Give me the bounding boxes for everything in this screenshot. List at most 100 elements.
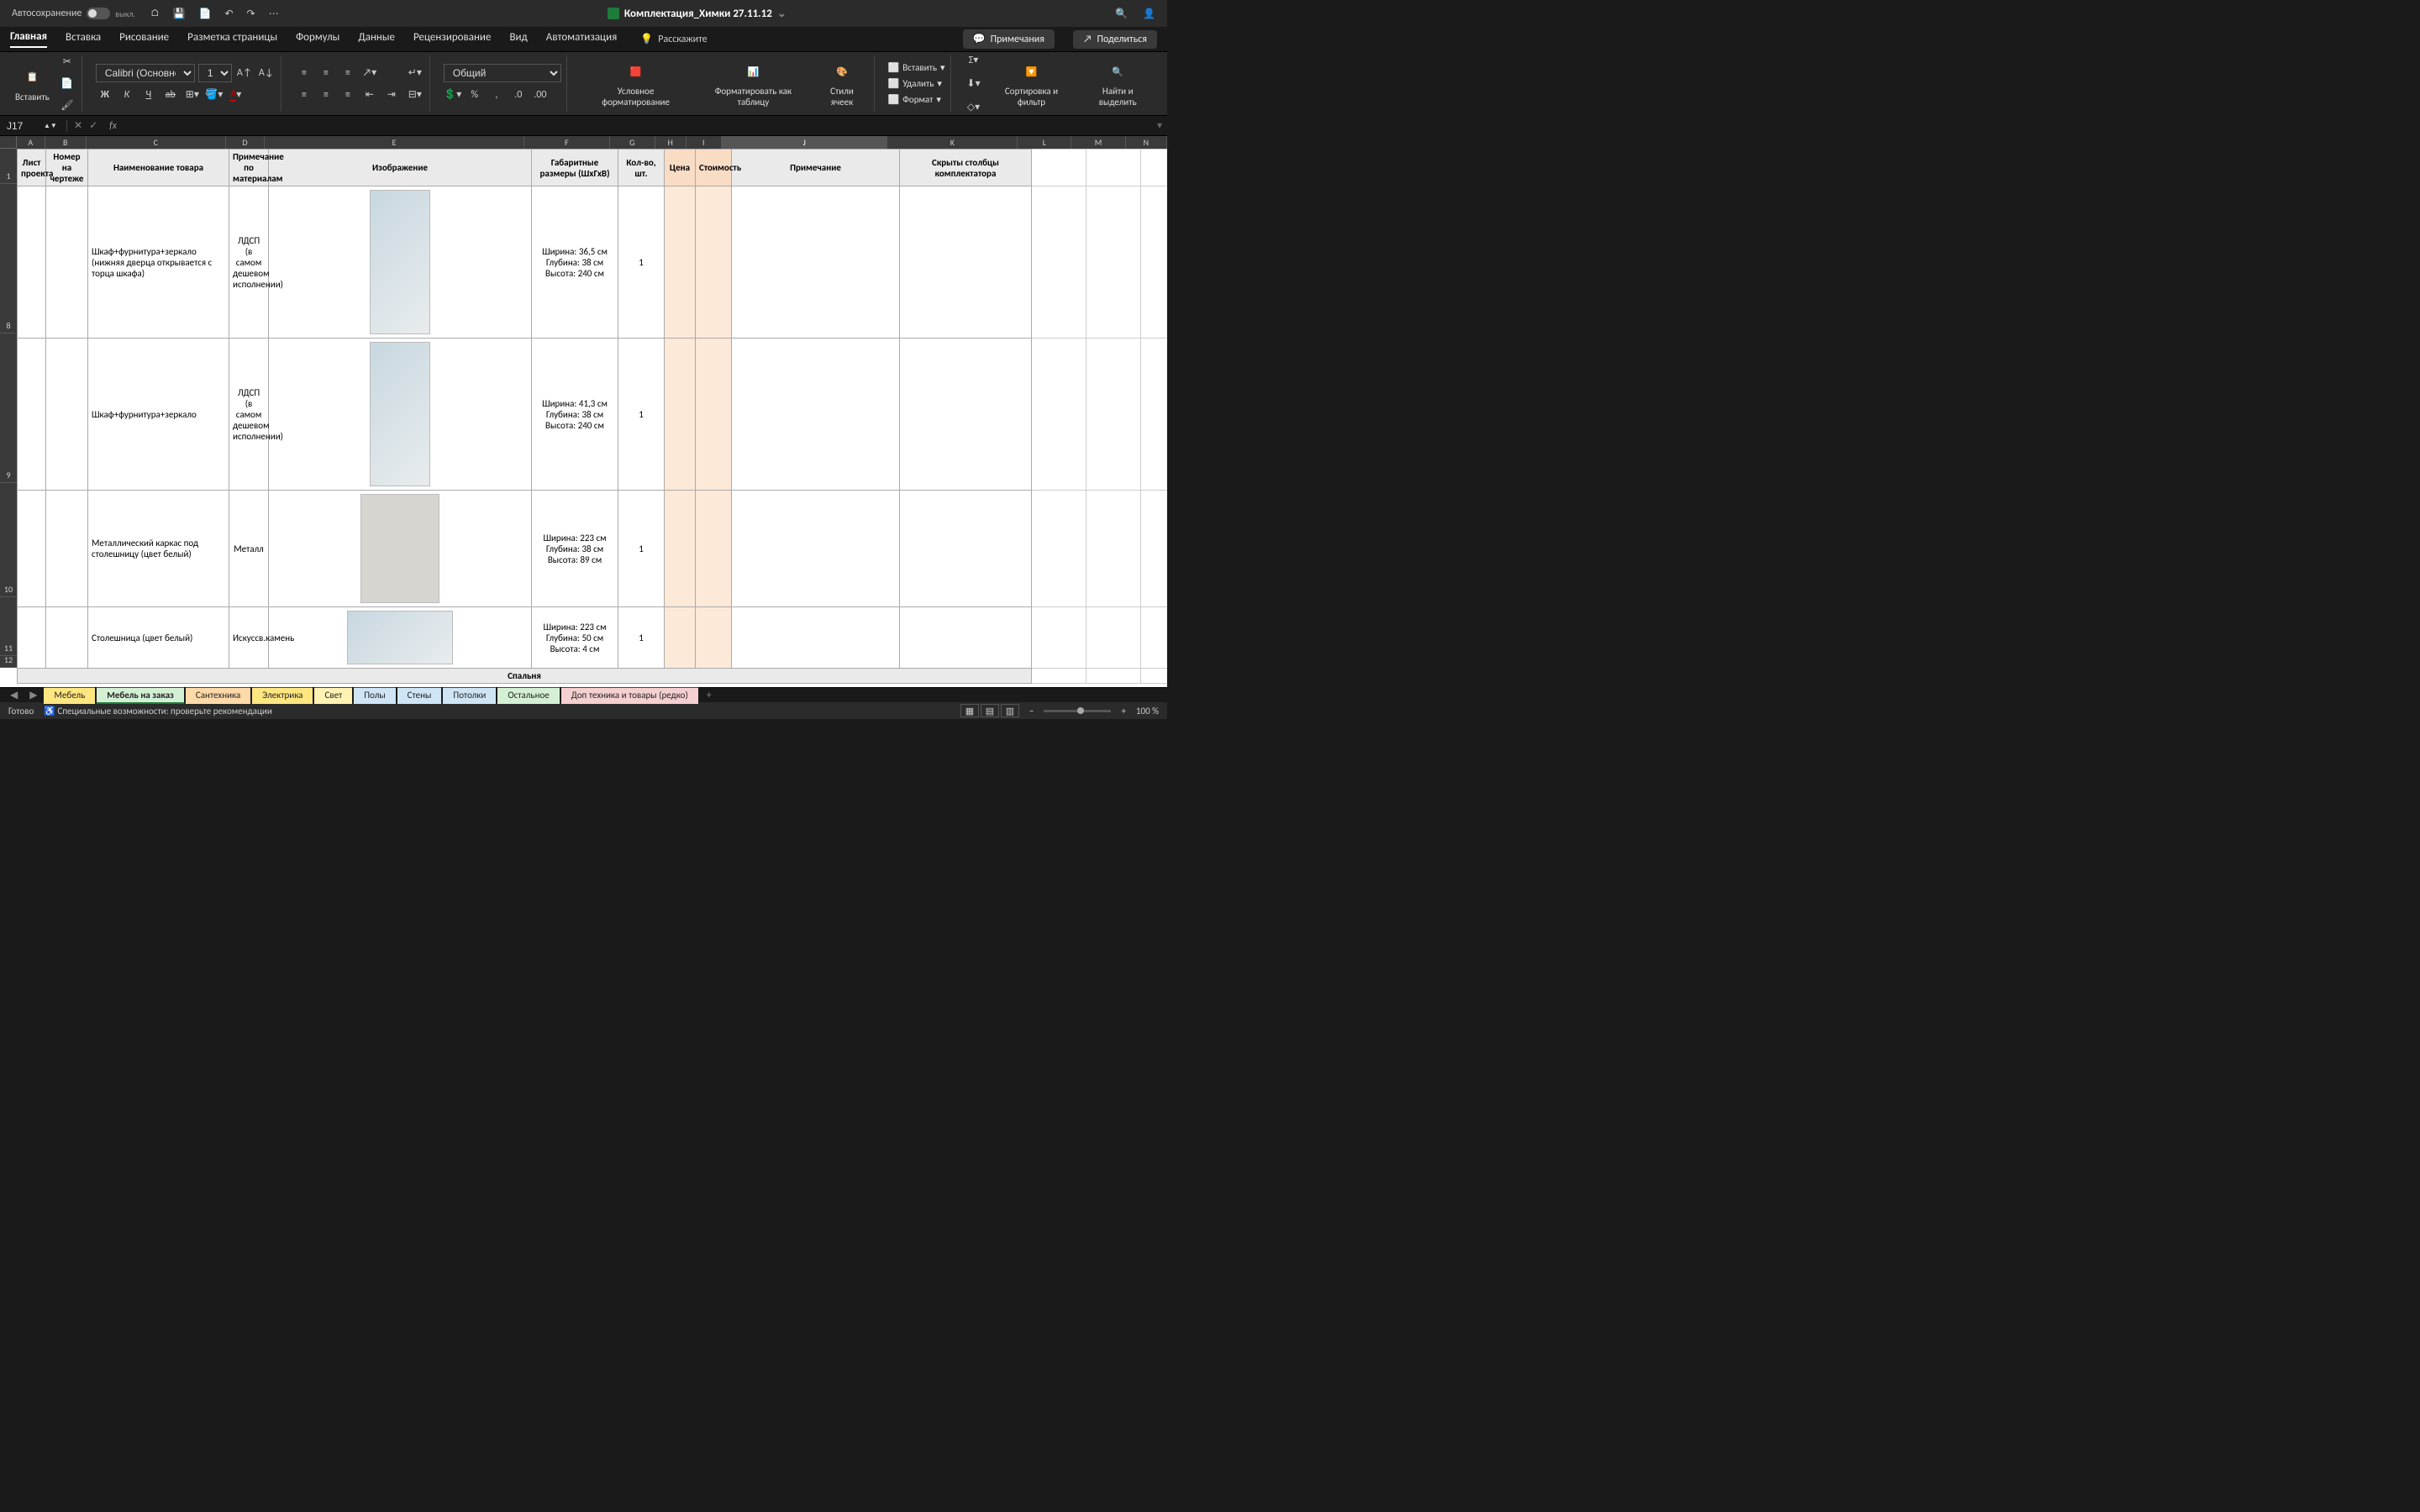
tell-me[interactable]: 💡 Расскажите <box>640 33 707 45</box>
tab-formulas[interactable]: Формулы <box>296 31 339 47</box>
sheet-tab[interactable]: Остальное <box>497 687 559 704</box>
currency-icon[interactable]: 💲▾ <box>444 86 462 104</box>
select-all-corner[interactable] <box>0 136 17 149</box>
format-cells[interactable]: ⬜ Формат ▾ <box>888 94 945 105</box>
percent-icon[interactable]: % <box>466 86 484 104</box>
fx-icon[interactable]: fx <box>104 120 122 132</box>
indent-inc-icon[interactable]: ⇥ <box>382 86 401 104</box>
cell-drawing-num[interactable] <box>46 607 88 669</box>
wrap-text-icon[interactable]: ↵▾ <box>406 64 424 82</box>
cell-hidden[interactable] <box>900 607 1032 669</box>
cell-image[interactable] <box>269 339 532 491</box>
autosave-toggle[interactable] <box>87 8 110 19</box>
cell-material[interactable]: Металл <box>229 491 269 607</box>
cut-icon[interactable]: ✂ <box>58 53 76 71</box>
decrease-font-icon[interactable]: A↓ <box>257 64 276 82</box>
cell-drawing-num[interactable] <box>46 491 88 607</box>
cell-dimensions[interactable]: Ширина: 223 см Глубина: 50 см Высота: 4 … <box>532 607 618 669</box>
view-normal-icon[interactable]: ▦ <box>960 704 979 717</box>
view-page-break-icon[interactable]: ▥ <box>1001 704 1019 717</box>
cell-item-name[interactable]: Столешница (цвет белый) <box>88 607 229 669</box>
accept-formula-icon[interactable]: ✓ <box>89 119 97 132</box>
row-header-11[interactable]: 11 <box>0 597 17 656</box>
format-painter-icon[interactable]: 🖌 <box>58 97 76 115</box>
cell-proj-sheet[interactable] <box>18 607 46 669</box>
title-chevron-icon[interactable]: ⌄ <box>777 8 786 20</box>
col-header-E[interactable]: E <box>265 136 524 149</box>
sheet-tab[interactable]: Мебель <box>44 687 95 704</box>
col-header-B[interactable]: B <box>45 136 87 149</box>
cell-price[interactable] <box>665 491 696 607</box>
col-header-I[interactable]: I <box>687 136 722 149</box>
col-header-C[interactable]: C <box>87 136 226 149</box>
align-center-icon[interactable]: ≡ <box>317 86 335 104</box>
dec-dec-icon[interactable]: .00 <box>531 86 550 104</box>
row-header-10[interactable]: 10 <box>0 483 17 597</box>
cell-note[interactable] <box>732 339 900 491</box>
cell-note[interactable] <box>732 186 900 339</box>
comments-button[interactable]: 💬 Примечания <box>963 29 1055 49</box>
col-header-L[interactable]: L <box>1018 136 1071 149</box>
row-header-12[interactable]: 12 <box>0 656 17 668</box>
font-size-select[interactable]: 12 <box>198 64 232 82</box>
col-header-D[interactable]: D <box>226 136 265 149</box>
align-bottom-icon[interactable]: ≡ <box>339 64 357 82</box>
cell-image[interactable] <box>269 186 532 339</box>
clear-icon[interactable]: ◇▾ <box>965 98 983 117</box>
sheet-tab[interactable]: Доп техника и товары (редко) <box>561 687 698 704</box>
cell-material[interactable]: ЛДСП (в самом дешевом исполнении) <box>229 339 269 491</box>
tab-automate[interactable]: Автоматизация <box>546 31 618 47</box>
cell-qty[interactable]: 1 <box>618 339 665 491</box>
col-header-J[interactable]: J <box>722 136 887 149</box>
format-as-table[interactable]: 📊Форматировать как таблицу <box>696 60 810 107</box>
zoom-out-icon[interactable]: − <box>1029 706 1034 717</box>
cell-drawing-num[interactable] <box>46 186 88 339</box>
col-header-N[interactable]: N <box>1126 136 1167 149</box>
comma-icon[interactable]: , <box>487 86 506 104</box>
cell-drawing-num[interactable] <box>46 339 88 491</box>
cell-note[interactable] <box>732 607 900 669</box>
sheet-tab[interactable]: Мебель на заказ <box>97 687 184 704</box>
cell-hidden[interactable] <box>900 339 1032 491</box>
col-header-F[interactable]: F <box>524 136 610 149</box>
align-top-icon[interactable]: ≡ <box>295 64 313 82</box>
tab-view[interactable]: Вид <box>509 31 527 47</box>
cell-hidden[interactable] <box>900 186 1032 339</box>
cell-material[interactable]: Искусcв.камень <box>229 607 269 669</box>
col-header-K[interactable]: K <box>887 136 1018 149</box>
cell-image[interactable] <box>269 491 532 607</box>
more-icon[interactable]: ⋯ <box>269 8 279 20</box>
borders-icon[interactable]: ⊞▾ <box>183 86 202 104</box>
tab-data[interactable]: Данные <box>358 31 395 47</box>
home-icon[interactable]: ⌂ <box>150 8 160 19</box>
search-icon[interactable]: 🔍 <box>1115 8 1128 20</box>
col-header-A[interactable]: A <box>17 136 45 149</box>
cell-price[interactable] <box>665 339 696 491</box>
italic-icon[interactable]: К <box>118 86 136 104</box>
save-icon[interactable]: 💾 <box>173 8 186 20</box>
delete-cells[interactable]: ⬜ Удалить ▾ <box>888 78 945 89</box>
align-right-icon[interactable]: ≡ <box>339 86 357 104</box>
formula-input[interactable] <box>122 119 1152 132</box>
indent-dec-icon[interactable]: ⇤ <box>360 86 379 104</box>
font-color-icon[interactable]: A▾ <box>227 86 245 104</box>
row-header-9[interactable]: 9 <box>0 333 17 483</box>
sort-filter[interactable]: 🔽Сортировка и фильтр <box>988 60 1076 107</box>
fill-icon[interactable]: ⬇▾ <box>965 75 983 93</box>
sheet-tab[interactable]: Электрика <box>252 687 313 704</box>
cell-proj-sheet[interactable] <box>18 491 46 607</box>
increase-font-icon[interactable]: A↑ <box>235 64 254 82</box>
orientation-icon[interactable]: ↗▾ <box>360 64 379 82</box>
sheet-tab[interactable]: Потолки <box>443 687 496 704</box>
accessibility-status[interactable]: ♿ Специальные возможности: проверьте рек… <box>44 706 272 717</box>
add-sheet-icon[interactable]: + <box>700 690 718 701</box>
tab-home[interactable]: Главная <box>10 30 47 48</box>
cell-dimensions[interactable]: Ширина: 41,3 см Глубина: 38 см Высота: 2… <box>532 339 618 491</box>
sheet-tab[interactable]: Полы <box>354 687 395 704</box>
expand-formula-icon[interactable]: ▾ <box>1152 119 1167 132</box>
fill-color-icon[interactable]: 🪣▾ <box>205 86 224 104</box>
cell-item-name[interactable]: Шкаф+фурнитура+зеркало (нижняя дверца от… <box>88 186 229 339</box>
sheet-tab[interactable]: Свет <box>314 687 352 704</box>
col-header-H[interactable]: H <box>655 136 687 149</box>
zoom-in-icon[interactable]: + <box>1121 706 1125 717</box>
